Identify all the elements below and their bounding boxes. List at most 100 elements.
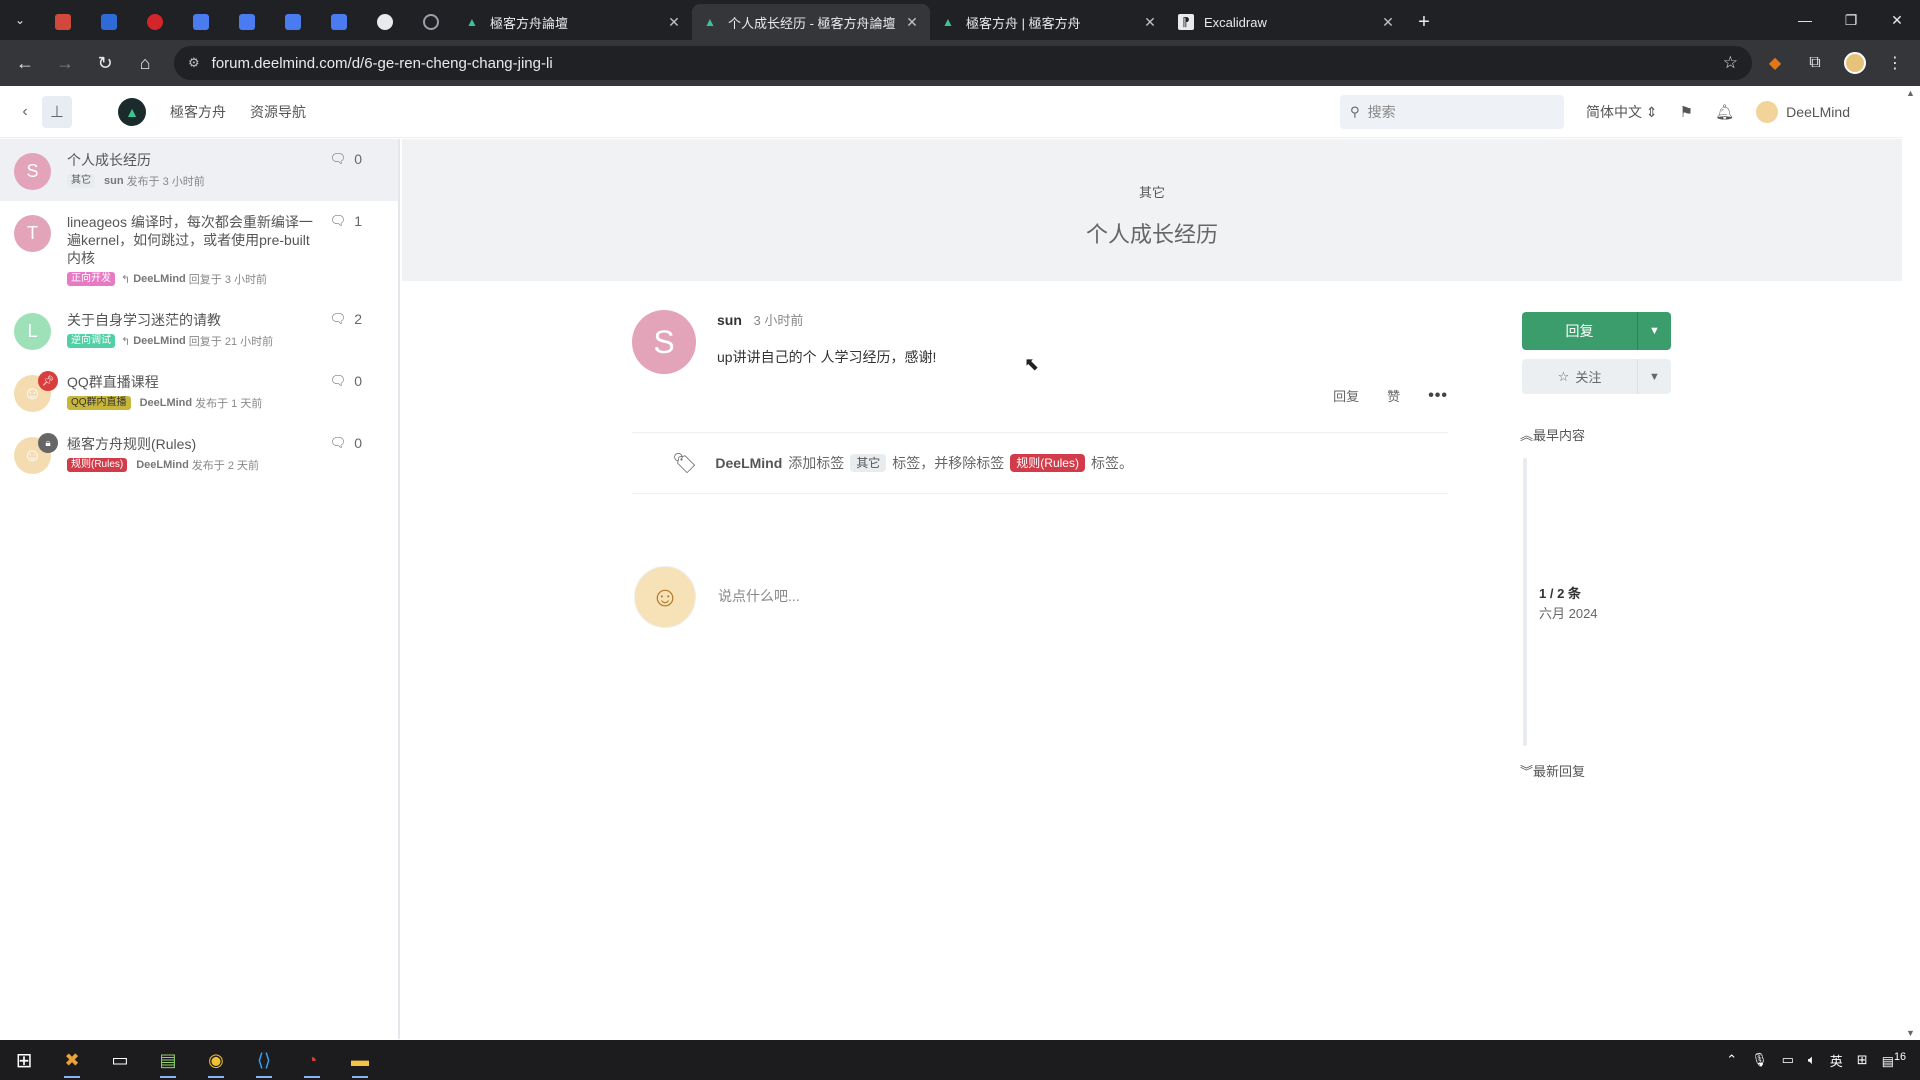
avatar[interactable]: S xyxy=(632,310,696,374)
vscode-icon[interactable]: ⟨⟩ xyxy=(240,1040,288,1080)
scrubber-last[interactable]: ︾最新回复 xyxy=(1520,761,1585,780)
avatar[interactable]: T xyxy=(14,215,51,252)
post-reply-button[interactable]: 回复 xyxy=(1333,386,1359,405)
terminal-icon[interactable]: ▭ xyxy=(96,1040,144,1080)
metamask-extension-icon[interactable]: ◆ xyxy=(1758,46,1792,80)
chrome-icon[interactable]: ◉ xyxy=(192,1040,240,1080)
extensions-puzzle-icon[interactable]: ⧉ xyxy=(1798,46,1832,80)
discussion-author[interactable]: DeeLMind xyxy=(133,335,186,347)
added-tag-badge[interactable]: 其它 xyxy=(850,454,887,472)
pinned-tab[interactable] xyxy=(132,4,178,40)
pinned-tab[interactable] xyxy=(316,4,362,40)
restore-icon[interactable]: ❐ xyxy=(1828,0,1874,40)
tag-badge[interactable]: 规则(Rules) xyxy=(67,458,128,472)
discussion-author[interactable]: DeeLMind xyxy=(140,397,193,409)
close-tab-icon[interactable]: ✕ xyxy=(1142,14,1158,31)
language-select[interactable]: 简体中文 ⇕ xyxy=(1586,102,1658,122)
discussion-author[interactable]: DeeLMind xyxy=(136,459,189,471)
nav-link-home[interactable]: 極客方舟 xyxy=(170,102,226,122)
profile-avatar[interactable] xyxy=(1838,46,1872,80)
page-scrollbar[interactable]: ▲ ▼ xyxy=(1902,86,1920,1040)
flag-icon[interactable]: ⚑ xyxy=(1680,103,1693,121)
post-author[interactable]: sun xyxy=(717,312,742,328)
scroll-down-icon[interactable]: ▼ xyxy=(1906,1028,1915,1038)
new-tab-button[interactable]: + xyxy=(1406,4,1442,40)
app-x-icon[interactable]: ✖ xyxy=(48,1040,96,1080)
discussion-item[interactable]: ☺ 🔒︎ 極客方舟规则(Rules) 规则(Rules) DeeLMind 发布… xyxy=(0,423,398,485)
reload-icon[interactable]: ↻ xyxy=(88,46,122,80)
reply-button[interactable]: 回复 xyxy=(1522,312,1637,350)
post-time[interactable]: 3 小时前 xyxy=(754,313,804,328)
address-bar[interactable]: ⚙ forum.deelmind.com/d/6-ge-ren-cheng-ch… xyxy=(174,46,1752,80)
scroll-up-icon[interactable]: ▲ xyxy=(1906,88,1915,98)
input-language[interactable]: 英 xyxy=(1830,1051,1843,1070)
browser-tab[interactable]: ⁋ Excalidraw ✕ xyxy=(1168,4,1406,40)
minimize-icon[interactable]: — xyxy=(1782,0,1828,40)
tag-badge[interactable]: QQ群内直播 xyxy=(67,396,131,410)
pinned-tab[interactable] xyxy=(178,4,224,40)
pinned-tab[interactable] xyxy=(408,4,454,40)
hero-tag[interactable]: 其它 xyxy=(402,182,1902,201)
network-icon[interactable]: ▭ xyxy=(1782,1052,1794,1068)
discussion-item[interactable]: T lineageos 编译时，每次都会重新编译一遍kernel，如何跳过，或者… xyxy=(0,201,398,299)
forum-logo[interactable]: ▲ xyxy=(118,97,146,126)
start-windows-icon[interactable]: ⊞ xyxy=(0,1040,48,1080)
event-user[interactable]: DeeLMind xyxy=(715,455,782,471)
tab-search-icon[interactable]: ⌄ xyxy=(0,0,40,40)
follow-button[interactable]: ☆ 关注 xyxy=(1522,359,1637,394)
blue-app-icon xyxy=(101,14,117,30)
recorder-icon[interactable]: ◔ xyxy=(288,1040,336,1080)
forward-icon[interactable]: → xyxy=(48,46,82,80)
chevron-down-icon[interactable]: ▼ xyxy=(1637,312,1671,350)
pinned-tab[interactable] xyxy=(224,4,270,40)
chrome-menu-icon[interactable]: ⋮ xyxy=(1878,46,1912,80)
tag-badge[interactable]: 其它 xyxy=(67,174,95,188)
notepad-icon[interactable]: ▤ xyxy=(144,1040,192,1080)
ime-grid-icon[interactable]: ⊞ xyxy=(1857,1052,1868,1068)
discussion-author[interactable]: DeeLMind xyxy=(133,273,186,285)
tag-badge[interactable]: 正向开发 xyxy=(67,272,115,286)
discussion-item[interactable]: ☺ 📌︎ QQ群直播课程 QQ群内直播 DeeLMind 发布于 1 天前 🗨︎… xyxy=(0,361,398,423)
discussion-item[interactable]: L 关于自身学习迷茫的请教 逆向调试 ↰ DeeLMind 回复于 21 小时前… xyxy=(0,299,398,361)
volume-icon[interactable]: 🔈︎ xyxy=(1808,1052,1816,1068)
bookmark-star-icon[interactable]: ☆ xyxy=(1723,53,1738,73)
search-input[interactable]: ⚲ 搜索 xyxy=(1340,95,1565,129)
tag-badge[interactable]: 逆向调试 xyxy=(67,334,115,348)
user-menu[interactable]: DeeLMind xyxy=(1786,104,1850,120)
scrubber-first[interactable]: ︽最早内容 xyxy=(1520,425,1585,444)
browser-tab[interactable]: ▲ 極客方舟論壇 ✕ xyxy=(454,4,692,40)
back-icon[interactable]: ← xyxy=(8,46,42,80)
back-arrow-icon[interactable]: ‹ xyxy=(10,96,40,128)
scrubber-rail[interactable] xyxy=(1523,458,1527,746)
close-tab-icon[interactable]: ✕ xyxy=(904,14,920,31)
pinned-tab[interactable] xyxy=(362,4,408,40)
notifications-bell-icon[interactable]: 🔔︎ xyxy=(1715,103,1734,121)
post-like-button[interactable]: 赞 xyxy=(1387,386,1400,405)
close-tab-icon[interactable]: ✕ xyxy=(666,14,682,31)
site-info-icon[interactable]: ⚙ xyxy=(188,55,200,71)
avatar[interactable]: S xyxy=(14,153,51,190)
pinned-tab[interactable] xyxy=(40,4,86,40)
user-avatar[interactable] xyxy=(1756,101,1779,123)
reply-composer[interactable]: ☺ 说点什么吧... xyxy=(632,566,1448,630)
close-window-icon[interactable]: ✕ xyxy=(1874,0,1920,40)
avatar[interactable]: L xyxy=(14,313,51,350)
pin-sidebar-icon[interactable]: ⊥ xyxy=(42,95,72,128)
post-more-icon[interactable]: ••• xyxy=(1428,387,1448,405)
pinned-tab[interactable] xyxy=(270,4,316,40)
discussion-author[interactable]: sun xyxy=(104,175,124,187)
tray-expand-icon[interactable]: ⌃ xyxy=(1726,1052,1737,1068)
pinned-tab[interactable] xyxy=(86,4,132,40)
file-explorer-icon[interactable]: ▬ xyxy=(336,1040,384,1080)
browser-tab[interactable]: ▲ 極客方舟 | 極客方舟 ✕ xyxy=(930,4,1168,40)
close-tab-icon[interactable]: ✕ xyxy=(1380,14,1396,31)
discussion-item[interactable]: S 个人成长经历 其它 sun 发布于 3 小时前 🗨︎ 0 xyxy=(0,139,398,201)
chevron-down-icon[interactable]: ▼ xyxy=(1637,359,1671,394)
notification-center-icon[interactable]: ▤16 xyxy=(1882,1051,1906,1069)
home-icon[interactable]: ⌂ xyxy=(128,46,162,80)
removed-tag-badge[interactable]: 规则(Rules) xyxy=(1010,454,1085,472)
composer-placeholder[interactable]: 说点什么吧... xyxy=(718,586,800,606)
microphone-icon[interactable]: 🎙︎ xyxy=(1751,1052,1768,1068)
nav-link-resources[interactable]: 资源导航 xyxy=(250,102,306,122)
browser-tab-active[interactable]: ▲ 个人成长经历 - 極客方舟論壇 ✕ xyxy=(692,4,930,40)
